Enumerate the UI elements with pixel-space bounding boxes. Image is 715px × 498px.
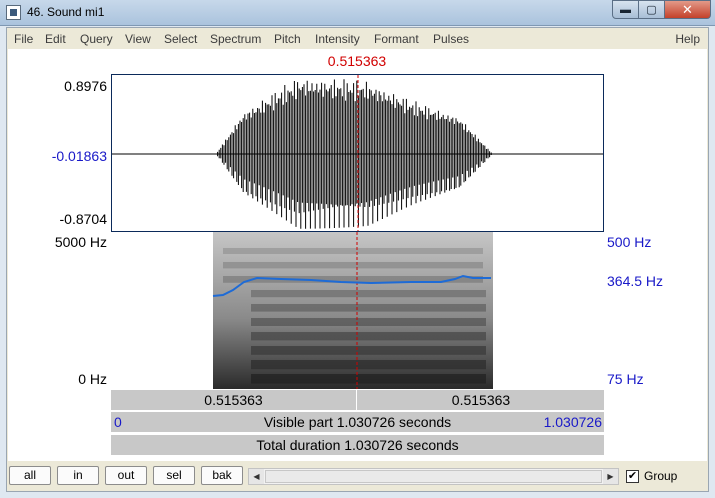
- window-client: File Edit Query View Select Spectrum Pit…: [6, 27, 709, 492]
- window-titlebar: 46. Sound mi1 ▬ ▢ ✕: [0, 0, 715, 26]
- total-duration-bar[interactable]: Total duration 1.030726 seconds: [111, 434, 604, 455]
- zoom-in-button[interactable]: in: [57, 466, 99, 485]
- zoom-all-button[interactable]: all: [9, 466, 51, 485]
- close-icon: ✕: [682, 1, 693, 17]
- waveform-signal: [217, 79, 492, 229]
- close-button[interactable]: ✕: [665, 0, 711, 19]
- pitch-bottom-label: 75 Hz: [607, 371, 644, 387]
- menu-file[interactable]: File: [14, 32, 33, 46]
- visible-part-bar[interactable]: 0 Visible part 1.030726 seconds 1.030726: [111, 411, 604, 432]
- sound-drawing-area[interactable]: 0.515363 0.8976 -0.01863 -0.8704 5000 Hz…: [8, 49, 707, 461]
- maximize-button[interactable]: ▢: [639, 0, 665, 19]
- maximize-icon: ▢: [646, 4, 657, 16]
- waveform-min-label: -0.8704: [59, 211, 107, 227]
- group-label: Group: [644, 469, 678, 483]
- minimize-button[interactable]: ▬: [612, 0, 639, 19]
- harmonic-band: [251, 374, 486, 384]
- menu-query[interactable]: Query: [80, 32, 113, 46]
- zoom-back-button[interactable]: bak: [201, 466, 243, 485]
- window-controls: ▬ ▢ ✕: [612, 0, 711, 19]
- harmonic-band: [223, 262, 483, 269]
- bottom-controls: all in out sel bak ◀ ▶ ✔ Group: [7, 461, 708, 491]
- menu-select[interactable]: Select: [164, 32, 197, 46]
- harmonic-band: [251, 304, 486, 312]
- menu-pulses[interactable]: Pulses: [433, 32, 469, 46]
- menu-view[interactable]: View: [125, 32, 151, 46]
- left-segment-time[interactable]: 0.515363: [111, 390, 357, 411]
- harmonic-band: [251, 346, 486, 355]
- time-scrollbar[interactable]: ◀ ▶: [248, 468, 619, 485]
- menu-formant[interactable]: Formant: [374, 32, 419, 46]
- menu-pitch[interactable]: Pitch: [274, 32, 301, 46]
- spectrogram-panel[interactable]: [111, 232, 604, 389]
- window-title: 46. Sound mi1: [27, 5, 105, 19]
- visible-end-time: 1.030726: [543, 414, 602, 430]
- harmonic-band: [251, 332, 486, 341]
- cursor-time-label: 0.515363: [327, 53, 387, 69]
- menu-spectrum[interactable]: Spectrum: [210, 32, 261, 46]
- menu-help[interactable]: Help: [675, 32, 700, 46]
- spectrogram-bottom-label: 0 Hz: [78, 371, 107, 387]
- spectrogram-svg: [111, 232, 604, 389]
- harmonic-band: [223, 248, 483, 254]
- selection-time-bar: 0.515363 0.515363: [111, 389, 604, 411]
- group-checkbox[interactable]: ✔: [626, 470, 639, 483]
- spectrogram-top-label: 5000 Hz: [54, 234, 107, 250]
- pitch-top-label: 500 Hz: [607, 234, 652, 250]
- visible-part-label: Visible part 1.030726 seconds: [263, 414, 452, 430]
- scrollbar-thumb[interactable]: [265, 470, 602, 483]
- zoom-out-button[interactable]: out: [105, 466, 147, 485]
- waveform-path: [217, 79, 492, 229]
- harmonic-band: [251, 318, 486, 326]
- minimize-icon: ▬: [620, 3, 631, 16]
- checkmark-icon: ✔: [627, 470, 638, 482]
- scroll-left-icon[interactable]: ◀: [249, 469, 264, 484]
- waveform-svg: [112, 75, 603, 231]
- zoom-selection-button[interactable]: sel: [153, 466, 195, 485]
- waveform-zero-label: -0.01863: [51, 148, 107, 164]
- total-duration-label: Total duration 1.030726 seconds: [256, 437, 459, 453]
- scroll-right-icon[interactable]: ▶: [603, 469, 618, 484]
- right-segment-time[interactable]: 0.515363: [358, 390, 604, 411]
- pitch-current-label: 364.5 Hz: [607, 273, 664, 289]
- waveform-max-label: 0.8976: [64, 78, 107, 94]
- harmonic-band: [251, 290, 486, 298]
- menu-edit[interactable]: Edit: [45, 32, 66, 46]
- harmonic-band: [251, 360, 486, 370]
- menubar: File Edit Query View Select Spectrum Pit…: [7, 28, 708, 49]
- window-app-icon[interactable]: [6, 5, 21, 20]
- waveform-panel[interactable]: [111, 74, 604, 232]
- menu-intensity[interactable]: Intensity: [315, 32, 360, 46]
